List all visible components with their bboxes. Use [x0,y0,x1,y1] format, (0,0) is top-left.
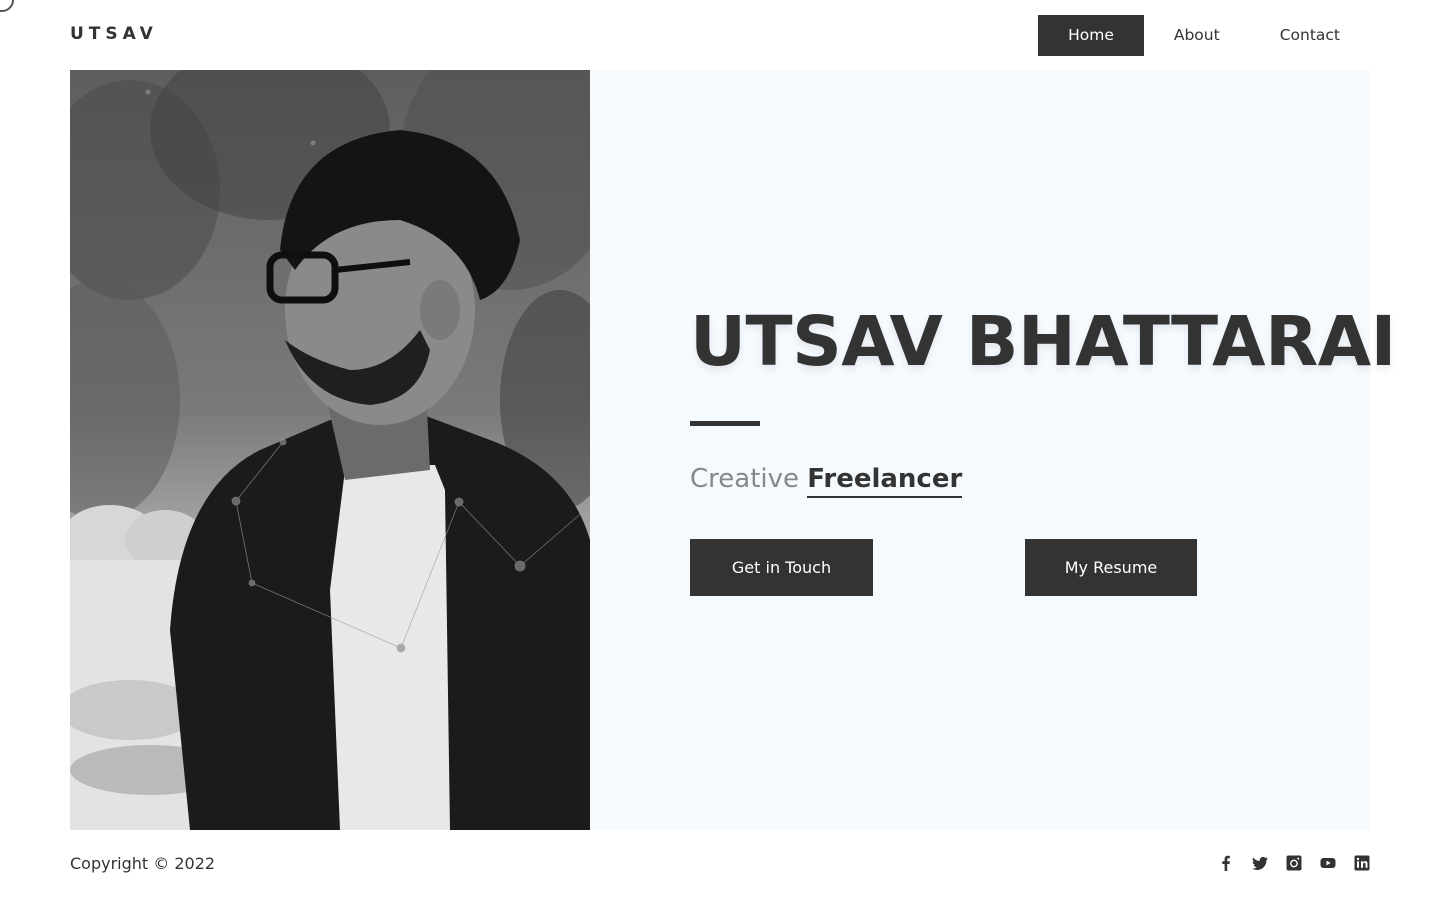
hero-content: UTSAV BHATTARAI Creative Freelancer Get … [690,70,1396,830]
top-bar: UTSAV Home About Contact [0,0,1440,70]
nav-home[interactable]: Home [1038,15,1144,56]
nav-contact[interactable]: Contact [1250,15,1370,56]
nav-about[interactable]: About [1144,15,1250,56]
tagline-prefix: Creative [690,464,800,494]
facebook-icon[interactable] [1218,855,1234,871]
hero-tagline: Creative Freelancer [690,464,963,498]
copyright-text: Copyright © 2022 [70,854,216,873]
hero-section: UTSAV BHATTARAI Creative Freelancer Get … [70,70,1396,830]
footer: Copyright © 2022 [0,830,1440,900]
hero-name: UTSAV BHATTARAI [690,302,1396,382]
tagline-role: Freelancer [807,464,963,498]
twitter-icon[interactable] [1252,855,1268,871]
site-logo[interactable]: UTSAV [70,24,158,44]
profile-photo [70,70,590,830]
main-navigation: Home About Contact [1038,15,1370,56]
youtube-icon[interactable] [1320,855,1336,871]
hero-divider [690,421,760,426]
instagram-icon[interactable] [1286,855,1302,871]
get-in-touch-button[interactable]: Get in Touch [690,539,873,596]
my-resume-button[interactable]: My Resume [1025,539,1197,596]
social-links [1218,855,1370,871]
linkedin-icon[interactable] [1354,855,1370,871]
